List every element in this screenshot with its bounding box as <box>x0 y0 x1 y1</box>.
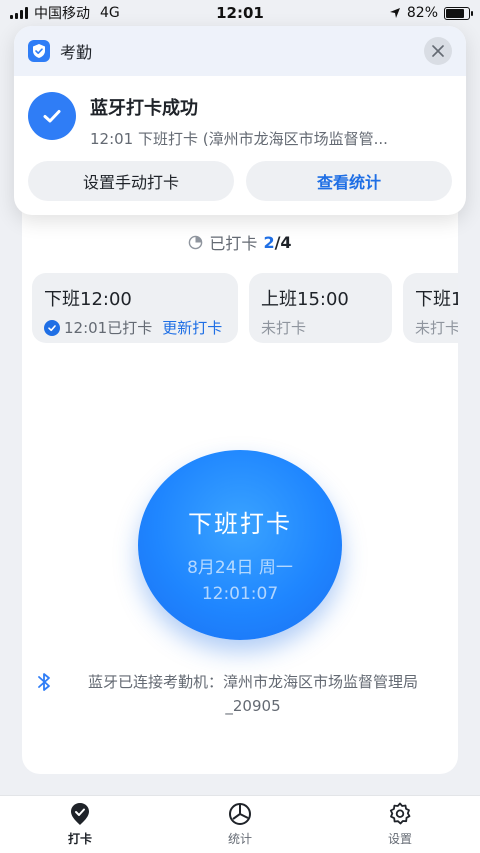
checkin-icon <box>71 803 89 825</box>
shift-status-text: 未打卡 <box>415 319 458 337</box>
location-arrow-icon <box>389 8 400 18</box>
tab-label: 设置 <box>387 832 412 846</box>
tab-checkin[interactable]: 打卡 <box>0 796 160 853</box>
tab-label: 统计 <box>227 832 252 846</box>
bluetooth-status-text: 蓝牙已连接考勤机：漳州市龙海区市场监督管理局_20905 <box>87 673 418 715</box>
punch-card: 已打卡 2/4 下班12:00 12:01已打卡 更新打卡 上班15:00 未打… <box>22 170 458 774</box>
bluetooth-status: 蓝牙已连接考勤机：漳州市龙海区市场监督管理局_20905 <box>36 670 444 718</box>
notification-subtitle: 12:01 下班打卡 (漳州市龙海区市场监督管... <box>90 130 388 148</box>
tab-settings[interactable]: 设置 <box>320 796 480 853</box>
progress-pie-icon <box>189 235 203 249</box>
shift-status-text: 12:01已打卡 <box>64 319 153 337</box>
punch-button-label: 下班打卡 <box>188 510 292 538</box>
shift-card-2[interactable]: 上班15:00 未打卡 <box>249 273 392 343</box>
tab-bar: 打卡 统计 设置 <box>0 795 480 853</box>
shift-card-1[interactable]: 下班12:00 12:01已打卡 更新打卡 <box>32 273 238 343</box>
shift-card-3[interactable]: 下班1 未打卡 <box>403 273 458 343</box>
manual-punch-button[interactable]: 设置手动打卡 <box>28 161 234 201</box>
battery-icon <box>444 6 473 20</box>
notification-header: 考勤 <box>14 26 466 76</box>
stats-icon <box>229 803 251 825</box>
progress-total: /4 <box>274 232 292 252</box>
update-punch-link[interactable]: 更新打卡 <box>162 317 222 338</box>
shift-status: 12:01已打卡 更新打卡 <box>44 317 226 338</box>
notification-title: 蓝牙打卡成功 <box>90 98 198 119</box>
battery-fill <box>446 8 465 18</box>
shift-title: 上班15:00 <box>261 289 349 310</box>
attendance-app-icon <box>28 40 50 62</box>
close-icon <box>432 45 444 57</box>
success-check-icon <box>28 92 76 140</box>
progress-label: 已打卡 <box>209 234 258 253</box>
shift-title: 下班1 <box>415 289 458 310</box>
bluetooth-icon <box>38 673 50 691</box>
punch-progress: 已打卡 2/4 <box>22 230 458 254</box>
check-circle-icon <box>44 319 60 336</box>
punch-button[interactable]: 下班打卡 8月24日 周一 12:01:07 <box>138 450 342 640</box>
notification-body: 蓝牙打卡成功 12:01 下班打卡 (漳州市龙海区市场监督管... <box>14 76 466 149</box>
carrier-name: 中国移动 <box>34 6 90 22</box>
shift-title: 下班12:00 <box>44 289 132 310</box>
progress-done: 2 <box>263 232 275 252</box>
notification-actions: 设置手动打卡 查看统计 <box>14 161 466 201</box>
view-stats-button[interactable]: 查看统计 <box>246 161 452 201</box>
close-button[interactable] <box>424 37 452 65</box>
network-type: 4G <box>100 5 120 21</box>
punch-date: 8月24日 周一 <box>187 558 293 578</box>
shift-list: 下班12:00 12:01已打卡 更新打卡 上班15:00 未打卡 下班1 未打… <box>32 273 458 345</box>
attendance-screen: 中国移动 4G 12:01 82% 已打卡 2/4 下班12:00 12:01已… <box>0 0 480 853</box>
signal-icon <box>10 7 28 19</box>
notification-banner[interactable]: 考勤 蓝牙打卡成功 12:01 下班打卡 (漳州市龙海区市场监督管... 设置手… <box>14 26 466 215</box>
battery-percent: 82% <box>406 5 438 21</box>
status-bar: 中国移动 4G 12:01 82% <box>0 0 480 26</box>
app-name: 考勤 <box>60 43 93 62</box>
punch-time: 12:01:07 <box>201 584 279 604</box>
shift-status-text: 未打卡 <box>261 319 307 337</box>
settings-icon <box>389 802 411 825</box>
tab-stats[interactable]: 统计 <box>160 796 320 853</box>
progress-count: 2/4 <box>263 233 291 252</box>
tab-label: 打卡 <box>67 832 92 846</box>
